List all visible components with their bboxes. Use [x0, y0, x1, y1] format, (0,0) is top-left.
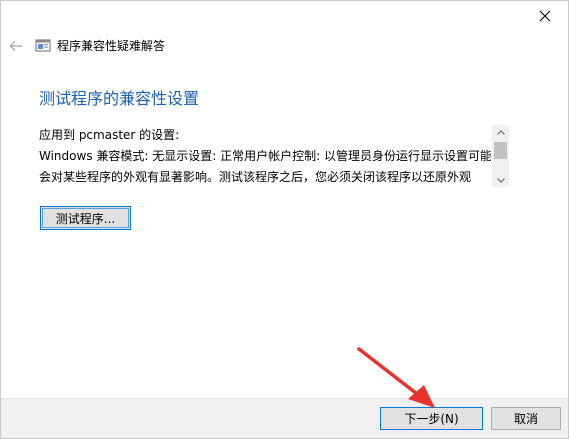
next-button[interactable]: 下一步(N): [380, 407, 483, 430]
settings-text: 应用到 pcmaster 的设置: Windows 兼容模式: 无显示设置: 正…: [39, 125, 491, 187]
chevron-up-icon: [496, 129, 505, 135]
settings-line: 会对某些程序的外观有显著影响。测试该程序之后，您必须关闭该程序以还原外观: [39, 170, 472, 184]
close-icon: [539, 10, 551, 22]
scroll-down-button[interactable]: [492, 173, 509, 187]
chevron-down-icon: [496, 177, 505, 183]
test-program-button[interactable]: 测试程序...: [40, 206, 131, 230]
footer-bar: 下一步(N) 取消: [1, 398, 568, 438]
settings-textbox[interactable]: 应用到 pcmaster 的设置: Windows 兼容模式: 无显示设置: 正…: [39, 125, 509, 187]
scroll-thumb[interactable]: [494, 142, 507, 159]
vertical-scrollbar[interactable]: [492, 125, 509, 187]
settings-line: 应用到 pcmaster 的设置:: [39, 128, 180, 142]
settings-line: Windows 兼容模式: 无显示设置: 正常用户帐户控制: 以管理员身份运行显…: [39, 149, 491, 163]
title-bar: [1, 1, 568, 31]
troubleshooter-window: 程序兼容性疑难解答 测试程序的兼容性设置 应用到 pcmaster 的设置: W…: [0, 0, 569, 439]
back-arrow-icon: [9, 41, 22, 51]
header-row: 程序兼容性疑难解答: [1, 34, 568, 58]
window-title: 程序兼容性疑难解答: [57, 39, 166, 53]
page-heading: 测试程序的兼容性设置: [39, 89, 200, 108]
close-button[interactable]: [522, 1, 568, 31]
back-button[interactable]: [6, 36, 26, 56]
troubleshooter-icon: [35, 39, 51, 52]
cancel-button[interactable]: 取消: [491, 407, 561, 430]
scroll-up-button[interactable]: [492, 125, 509, 139]
